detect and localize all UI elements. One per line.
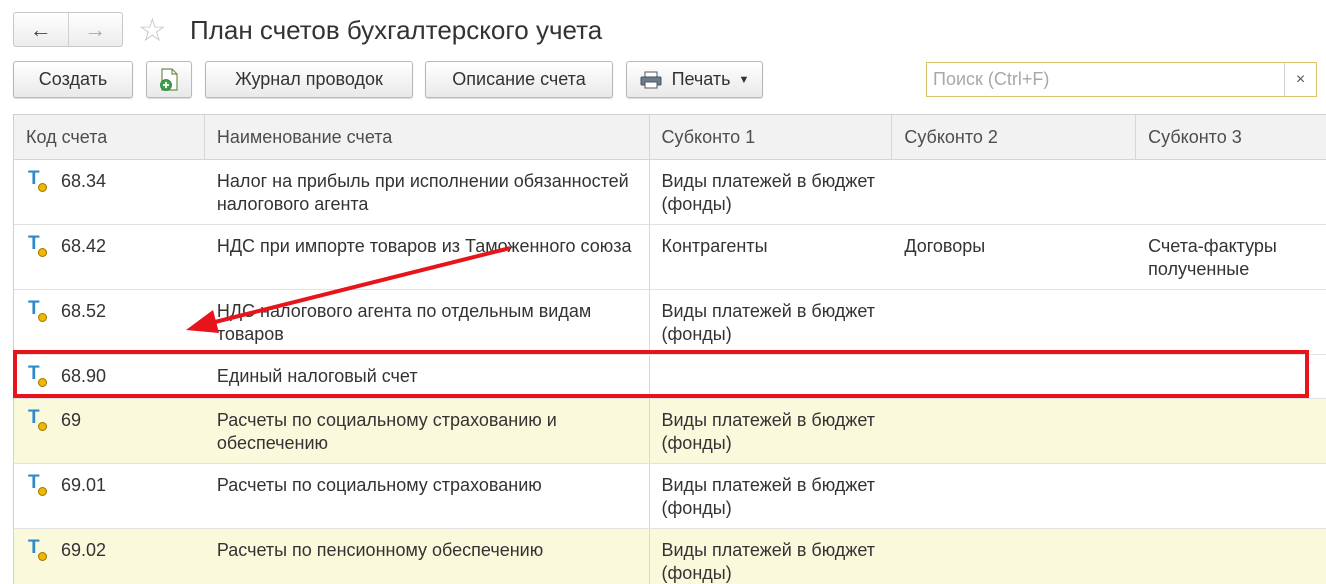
- account-description-button[interactable]: Описание счета: [425, 61, 613, 98]
- back-button[interactable]: ←: [14, 13, 68, 46]
- subconto-1: Виды платежей в бюджет (фонды): [661, 171, 876, 214]
- code-cell: T 68.90: [14, 355, 205, 398]
- account-name: НДС при импорте товаров из Таможенного с…: [205, 225, 650, 289]
- chevron-down-icon: ▼: [738, 73, 750, 86]
- account-icon: T: [28, 538, 50, 561]
- column-header-code[interactable]: Код счета: [14, 115, 205, 159]
- subconto-1: [650, 355, 893, 398]
- search-input[interactable]: [927, 63, 1284, 96]
- column-header-subconto-3[interactable]: Субконто 3: [1136, 115, 1326, 159]
- account-name: НДС налогового агента по отдельным видам…: [205, 290, 650, 354]
- account-icon: T: [28, 408, 50, 431]
- subconto-3: [1136, 355, 1326, 398]
- subconto-3: [1136, 290, 1326, 354]
- account-code: 69.01: [61, 475, 107, 495]
- subconto-3: Счета-фактуры полученные: [1148, 236, 1277, 279]
- account-icon: T: [28, 364, 50, 387]
- journal-button[interactable]: Журнал проводок: [205, 61, 413, 98]
- clear-search-button[interactable]: ×: [1284, 63, 1316, 96]
- table-row[interactable]: T 69 Расчеты по социальному страхованию …: [14, 399, 1326, 464]
- account-code: 68.52: [61, 301, 107, 321]
- code-cell: T 68.34: [14, 160, 205, 224]
- column-header-subconto-2[interactable]: Субконто 2: [892, 115, 1137, 159]
- subconto-1: Контрагенты: [661, 236, 768, 256]
- subconto-3: [1136, 529, 1326, 584]
- account-code: 68.34: [61, 171, 107, 191]
- subconto-3: [1136, 160, 1326, 224]
- account-name: Налог на прибыль при исполнении обязанно…: [205, 160, 650, 224]
- subconto-1: Виды платежей в бюджет (фонды): [661, 410, 876, 453]
- subconto-2: [892, 290, 1136, 354]
- account-name: Расчеты по социальному страхованию: [205, 464, 650, 528]
- account-code: 68.90: [61, 366, 107, 386]
- column-header-subconto-1[interactable]: Субконто 1: [650, 115, 893, 159]
- code-cell: T 69.01: [14, 464, 205, 528]
- subconto-1: Виды платежей в бюджет (фонды): [661, 540, 876, 583]
- favorite-star-icon[interactable]: ☆: [138, 12, 167, 48]
- account-name: Единый налоговый счет: [205, 355, 650, 398]
- account-icon: T: [28, 169, 50, 192]
- subconto-3: [1136, 399, 1326, 463]
- table-row[interactable]: T 68.52 НДС налогового агента по отдельн…: [14, 290, 1326, 355]
- table-row[interactable]: T 68.34 Налог на прибыль при исполнении …: [14, 160, 1326, 225]
- table-row[interactable]: T 68.90 Единый налоговый счет: [14, 355, 1326, 399]
- code-cell: T 68.42: [14, 225, 205, 289]
- arrow-left-icon: ←: [29, 16, 52, 42]
- account-icon: T: [28, 234, 50, 257]
- subconto-1: Виды платежей в бюджет (фонды): [661, 301, 876, 344]
- close-icon: ×: [1295, 70, 1306, 88]
- forward-button[interactable]: →: [67, 13, 123, 46]
- subconto-2: [892, 464, 1136, 528]
- account-code: 69.02: [61, 540, 107, 560]
- account-name: Расчеты по социальному страхованию и обе…: [205, 399, 650, 463]
- subconto-1: Виды платежей в бюджет (фонды): [661, 475, 876, 518]
- code-cell: T 69.02: [14, 529, 205, 584]
- search-box: ×: [926, 62, 1317, 97]
- add-document-icon: [160, 67, 178, 91]
- account-code: 69: [61, 410, 82, 430]
- code-cell: T 69: [14, 399, 205, 463]
- account-icon: T: [28, 473, 50, 496]
- navigation-buttons: ← →: [13, 12, 123, 47]
- accounts-table: Код счета Наименование счета Субконто 1 …: [13, 114, 1326, 584]
- page-title: План счетов бухгалтерского учета: [190, 15, 603, 45]
- subconto-2: [892, 355, 1136, 398]
- table-header: Код счета Наименование счета Субконто 1 …: [14, 115, 1326, 160]
- copy-button[interactable]: [146, 61, 192, 98]
- column-header-name[interactable]: Наименование счета: [205, 115, 650, 159]
- account-name: Расчеты по пенсионному обеспечению: [205, 529, 650, 584]
- code-cell: T 68.52: [14, 290, 205, 354]
- subconto-2: Договоры: [904, 236, 986, 256]
- table-row[interactable]: T 69.02 Расчеты по пенсионному обеспечен…: [14, 529, 1326, 584]
- subconto-3: [1136, 464, 1326, 528]
- table-row[interactable]: T 68.42 НДС при импорте товаров из Тамож…: [14, 225, 1326, 290]
- subconto-2: [892, 160, 1136, 224]
- table-row[interactable]: T 69.01 Расчеты по социальному страхован…: [14, 464, 1326, 529]
- arrow-right-icon: →: [84, 16, 107, 42]
- account-icon: T: [28, 299, 50, 322]
- print-label: Печать: [671, 69, 731, 89]
- print-button[interactable]: Печать ▼: [626, 61, 763, 98]
- account-code: 68.42: [61, 236, 107, 256]
- subconto-2: [892, 399, 1136, 463]
- create-button[interactable]: Создать: [13, 61, 133, 98]
- printer-icon: [640, 71, 662, 88]
- subconto-2: [892, 529, 1136, 584]
